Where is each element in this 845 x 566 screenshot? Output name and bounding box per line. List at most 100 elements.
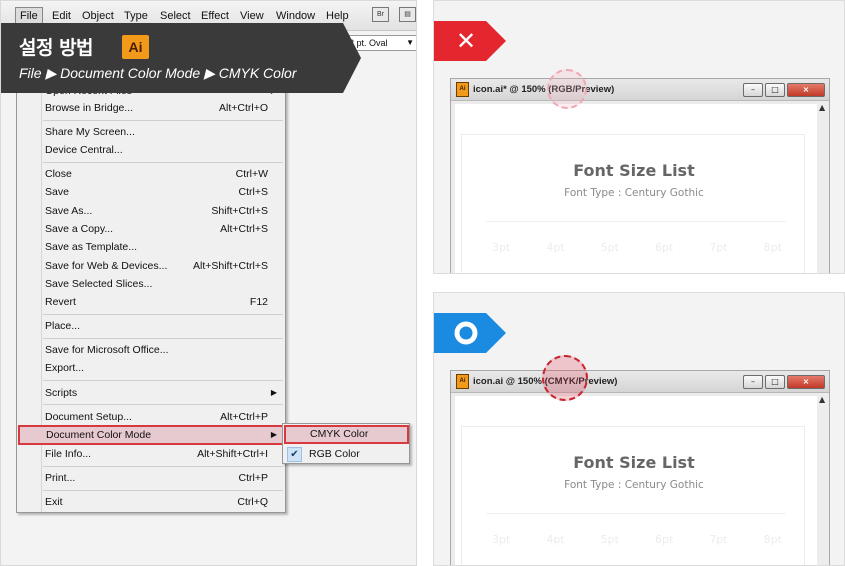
artboard-subheading: Font Type : Century Gothic bbox=[564, 479, 704, 491]
menu-item-place[interactable]: Place... bbox=[17, 317, 285, 335]
menu-item-shortcut: Alt+Ctrl+S bbox=[220, 223, 268, 235]
submenu-item-rgb-color[interactable]: ✔ RGB Color bbox=[283, 445, 409, 464]
menu-object[interactable]: Object bbox=[82, 10, 114, 22]
menu-item-save-as[interactable]: Save As... Shift+Ctrl+S bbox=[17, 202, 285, 220]
tutorial-figure: File Edit Object Type Select Effect View… bbox=[0, 0, 845, 566]
menu-item-shortcut: Ctrl+P bbox=[238, 472, 268, 484]
menu-help[interactable]: Help bbox=[326, 10, 349, 22]
highlight-circle bbox=[542, 355, 588, 401]
menu-type[interactable]: Type bbox=[124, 10, 148, 22]
menu-item-label: Revert bbox=[45, 296, 76, 308]
menu-item-save-as-template[interactable]: Save as Template... bbox=[17, 238, 285, 256]
document-canvas: Font Size List Font Type : Century Gothi… bbox=[455, 396, 817, 565]
artboard-subheading: Font Type : Century Gothic bbox=[564, 187, 704, 199]
menu-item-document-setup[interactable]: Document Setup... Alt+Ctrl+P bbox=[17, 408, 285, 426]
menu-item-shortcut: Shift+Ctrl+S bbox=[211, 205, 268, 217]
menu-item-label: Save a Copy... bbox=[45, 223, 114, 235]
font-size-label: 6pt bbox=[654, 241, 674, 254]
menu-separator bbox=[43, 490, 283, 491]
document-canvas: Font Size List Font Type : Century Gothi… bbox=[455, 104, 817, 273]
workspace-icon[interactable]: ▤ bbox=[399, 7, 416, 22]
menu-file[interactable]: File bbox=[15, 7, 43, 25]
menu-item-exit[interactable]: Exit Ctrl+Q bbox=[17, 493, 285, 511]
artboard-heading: Font Size List bbox=[573, 453, 695, 472]
illustrator-file-menu-screenshot: File Edit Object Type Select Effect View… bbox=[0, 0, 417, 566]
menu-separator bbox=[43, 466, 283, 467]
menu-window[interactable]: Window bbox=[276, 10, 315, 22]
menu-item-label: Exit bbox=[45, 496, 63, 508]
menu-item-label: Browse in Bridge... bbox=[45, 102, 134, 114]
menu-edit[interactable]: Edit bbox=[52, 10, 71, 22]
banner-title: 설정 방법 bbox=[19, 37, 94, 59]
vertical-scrollbar[interactable]: ▲ bbox=[817, 101, 829, 273]
menu-view[interactable]: View bbox=[240, 10, 264, 22]
maximize-button[interactable]: □ bbox=[765, 375, 785, 389]
menu-item-scripts[interactable]: Scripts ▶ bbox=[17, 384, 285, 402]
menu-separator bbox=[43, 380, 283, 381]
scroll-up-icon[interactable]: ▲ bbox=[819, 395, 825, 404]
menu-separator bbox=[43, 314, 283, 315]
submenu-item-cmyk-color[interactable]: CMYK Color bbox=[284, 425, 409, 444]
menu-item-label: Save for Web & Devices... bbox=[45, 260, 168, 272]
menu-effect[interactable]: Effect bbox=[201, 10, 229, 22]
instruction-banner: 설정 방법 Ai File ▶ Document Color Mode ▶ CM… bbox=[1, 23, 361, 93]
menu-item-shortcut: Alt+Shift+Ctrl+I bbox=[197, 448, 268, 460]
menu-item-save-a-copy[interactable]: Save a Copy... Alt+Ctrl+S bbox=[17, 220, 285, 238]
menu-item-export[interactable]: Export... bbox=[17, 359, 285, 377]
checkmark-icon: ✔ bbox=[287, 447, 302, 462]
highlight-circle bbox=[547, 69, 587, 109]
document-window: Ai icon.ai @ 150% (CMYK/Preview) – □ × F… bbox=[450, 370, 830, 565]
menu-item-save[interactable]: Save Ctrl+S bbox=[17, 183, 285, 201]
correct-marker-tag bbox=[434, 313, 506, 353]
artboard: Font Size List Font Type : Century Gothi… bbox=[461, 426, 805, 565]
menu-item-print[interactable]: Print... Ctrl+P bbox=[17, 469, 285, 487]
menu-item-save-selected-slices[interactable]: Save Selected Slices... bbox=[17, 275, 285, 293]
menu-item-shortcut: Ctrl+S bbox=[238, 186, 268, 198]
close-button[interactable]: × bbox=[787, 375, 825, 389]
ai-document-icon: Ai bbox=[456, 82, 469, 97]
illustrator-logo-icon: Ai bbox=[122, 35, 149, 59]
minimize-button[interactable]: – bbox=[743, 375, 763, 389]
artboard-heading: Font Size List bbox=[573, 161, 695, 180]
bridge-icon[interactable]: Br bbox=[372, 7, 389, 22]
submenu-arrow-icon: ▶ bbox=[270, 388, 277, 397]
wrong-example-panel: ✕ Ai icon.ai* @ 150% (RGB/Preview) – □ ×… bbox=[433, 0, 845, 274]
menu-item-close[interactable]: Close Ctrl+W bbox=[17, 165, 285, 183]
menu-item-label: Place... bbox=[45, 320, 81, 332]
maximize-button[interactable]: □ bbox=[765, 83, 785, 97]
menu-item-shortcut: Alt+Ctrl+O bbox=[218, 102, 268, 114]
menu-item-label: Save Selected Slices... bbox=[45, 278, 153, 290]
minimize-button[interactable]: – bbox=[743, 83, 763, 97]
font-size-row: 3pt 4pt 5pt 6pt 7pt 8pt bbox=[492, 533, 782, 546]
font-size-label: 5pt bbox=[600, 241, 619, 254]
submenu-arrow-icon: ▶ bbox=[270, 430, 277, 439]
menu-item-share-my-screen[interactable]: Share My Screen... bbox=[17, 123, 285, 141]
menu-item-save-for-microsoft-office[interactable]: Save for Microsoft Office... bbox=[17, 341, 285, 359]
menu-separator bbox=[43, 162, 283, 163]
menu-item-document-color-mode[interactable]: Document Color Mode ▶ bbox=[18, 425, 285, 445]
artboard: Font Size List Font Type : Century Gothi… bbox=[461, 134, 805, 273]
close-button[interactable]: × bbox=[787, 83, 825, 97]
menu-item-label: Save for Microsoft Office... bbox=[45, 344, 169, 356]
scroll-up-icon[interactable]: ▲ bbox=[819, 103, 825, 112]
menu-item-file-info[interactable]: File Info... Alt+Shift+Ctrl+I bbox=[17, 445, 285, 463]
menu-item-revert[interactable]: Revert F12 bbox=[17, 293, 285, 311]
vertical-scrollbar[interactable]: ▲ bbox=[817, 393, 829, 565]
x-mark-icon: ✕ bbox=[455, 27, 477, 55]
menu-separator bbox=[43, 338, 283, 339]
menu-item-shortcut: Alt+Shift+Ctrl+S bbox=[193, 260, 268, 272]
correct-example-panel: Ai icon.ai @ 150% (CMYK/Preview) – □ × F… bbox=[433, 292, 845, 566]
menu-item-label: Export... bbox=[45, 362, 85, 374]
font-size-label: 4pt bbox=[546, 241, 565, 254]
menu-item-device-central[interactable]: Device Central... bbox=[17, 141, 285, 159]
font-size-label: 5pt bbox=[600, 533, 619, 546]
menu-item-browse-in-bridge[interactable]: Browse in Bridge... Alt+Ctrl+O bbox=[17, 99, 285, 117]
font-size-label: 7pt bbox=[709, 533, 728, 546]
menu-item-shortcut: F12 bbox=[249, 296, 268, 308]
menu-item-save-for-web[interactable]: Save for Web & Devices... Alt+Shift+Ctrl… bbox=[17, 257, 285, 275]
document-titlebar: Ai icon.ai @ 150% (CMYK/Preview) – □ × bbox=[451, 371, 829, 393]
color-mode-submenu: CMYK Color ✔ RGB Color bbox=[282, 423, 410, 464]
menu-item-shortcut: Ctrl+Q bbox=[237, 496, 268, 508]
menu-select[interactable]: Select bbox=[160, 10, 191, 22]
menu-separator bbox=[43, 404, 283, 405]
